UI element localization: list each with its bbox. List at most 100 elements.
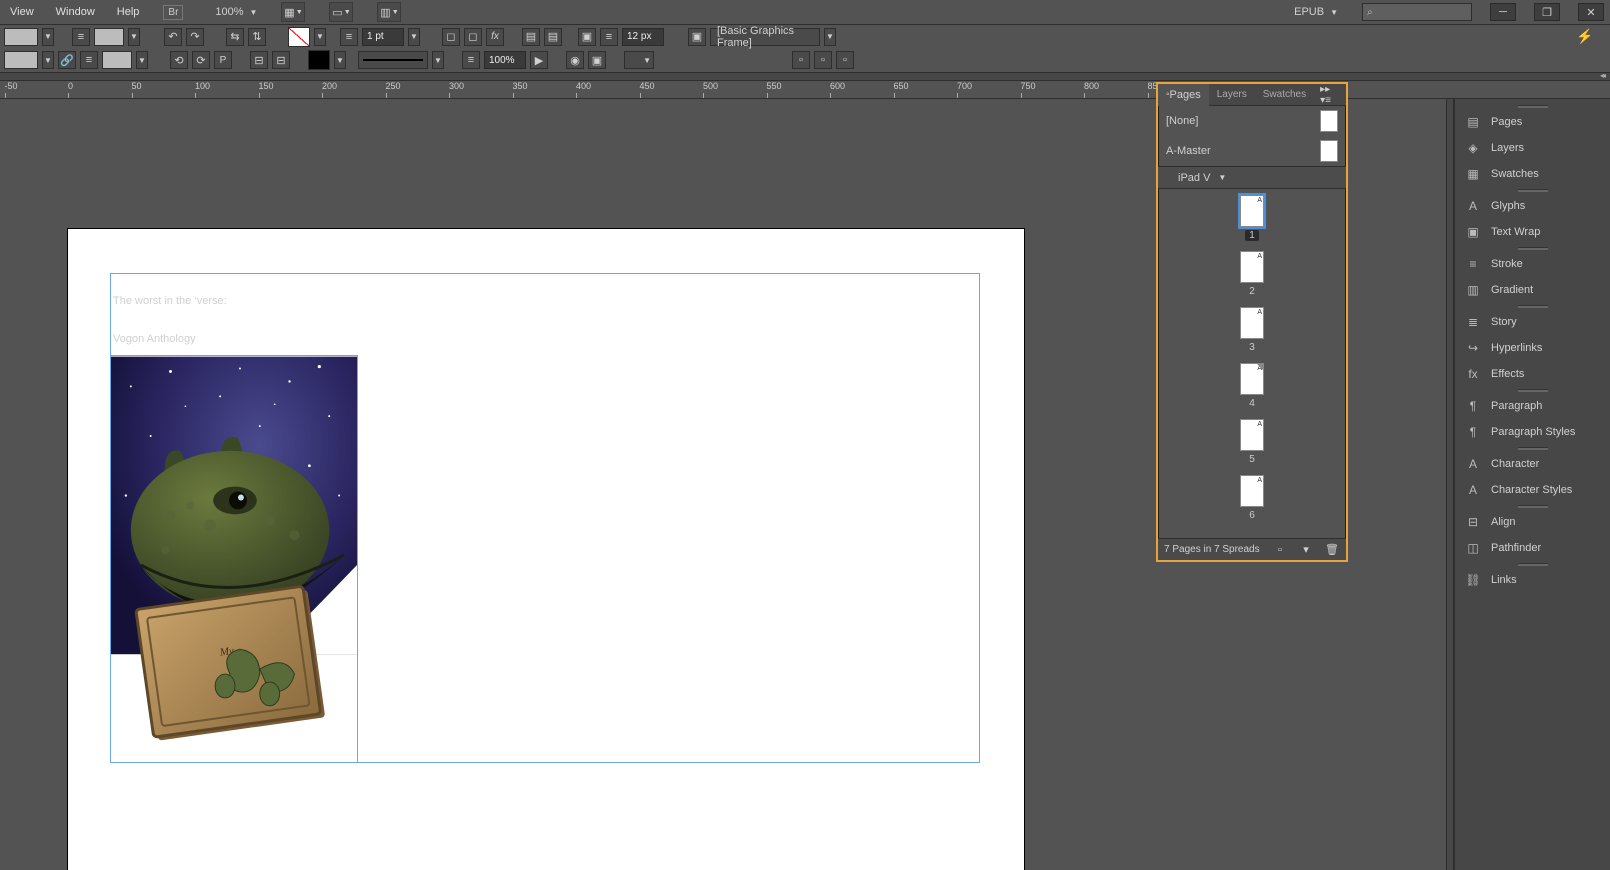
small-icon[interactable]: ▫: [814, 51, 832, 69]
restore-button[interactable]: ❐: [1534, 3, 1560, 21]
stroke-black-icon[interactable]: [308, 50, 330, 70]
tab-pages[interactable]: ◦ Pages: [1158, 84, 1209, 106]
delete-page-button[interactable]: 🗑: [1324, 542, 1340, 558]
page-thumbnail[interactable]: A1: [1158, 195, 1346, 241]
rotate-90-ccw-icon[interactable]: ⟲: [170, 51, 188, 69]
corner-icon[interactable]: ◻: [442, 28, 460, 46]
alternate-layout-select[interactable]: iPad V ▼: [1158, 167, 1346, 189]
crop-icon[interactable]: ▣: [578, 28, 596, 46]
panel-button-hyperlinks[interactable]: ↪Hyperlinks: [1455, 335, 1610, 361]
view-options-button[interactable]: ▦▼: [281, 2, 305, 22]
tab-swatches[interactable]: Swatches: [1255, 84, 1314, 106]
page-thumbnail[interactable]: A2: [1158, 251, 1346, 297]
align-left-text-icon[interactable]: ≡: [72, 28, 90, 46]
page-thumbnail[interactable]: A5: [1158, 419, 1346, 465]
panel-button-effects[interactable]: fxEffects: [1455, 361, 1610, 387]
panel-button-story[interactable]: ≣Story: [1455, 309, 1610, 335]
rotate-90-cw-icon[interactable]: ⟳: [192, 51, 210, 69]
panel-button-layers[interactable]: ◈Layers: [1455, 135, 1610, 161]
bridge-button[interactable]: Br: [163, 5, 183, 20]
panel-button-stroke[interactable]: ≡Stroke: [1455, 251, 1610, 277]
small-icon[interactable]: ▫: [836, 51, 854, 69]
corner-icon[interactable]: ◻: [464, 28, 482, 46]
flip-v-icon[interactable]: ⇅: [248, 28, 266, 46]
page-thumbnail[interactable]: A6: [1158, 475, 1346, 521]
stroke-weight-stepper[interactable]: ≡: [340, 28, 358, 46]
menu-window[interactable]: Window: [52, 4, 99, 20]
panel-button-pages[interactable]: ▤Pages: [1455, 109, 1610, 135]
stroke-style-select[interactable]: [358, 51, 428, 69]
p-icon[interactable]: P: [214, 51, 232, 69]
minimize-button[interactable]: ─: [1490, 3, 1516, 21]
gpu-icon[interactable]: ⚡: [1574, 27, 1596, 47]
new-page-button[interactable]: ▾: [1298, 542, 1314, 558]
text-align-top-icon[interactable]: ▤: [522, 28, 540, 46]
screen-mode-button[interactable]: ▭▼: [329, 2, 353, 22]
dropdown-icon[interactable]: ▼: [128, 28, 140, 46]
fit-content-icon[interactable]: ◉: [566, 51, 584, 69]
dropdown-icon[interactable]: ▼: [334, 51, 346, 69]
dropdown-icon[interactable]: ▼: [432, 51, 444, 69]
panel-button-links[interactable]: ⛓Links: [1455, 567, 1610, 593]
fx-icon[interactable]: fx: [486, 28, 504, 46]
panel-button-pathfinder[interactable]: ◫Pathfinder: [1455, 535, 1610, 561]
tab-layers[interactable]: Layers: [1209, 84, 1255, 106]
fill-none-icon[interactable]: [288, 27, 310, 47]
distribute-icon[interactable]: ⊟: [250, 51, 268, 69]
flip-h-icon[interactable]: ⇆: [226, 28, 244, 46]
zoom-level[interactable]: 100% ▼: [215, 6, 257, 18]
link-icon[interactable]: 🔗: [58, 51, 76, 69]
collapse-panel-icon[interactable]: ▸▸ ▾≡: [1314, 84, 1346, 106]
workspace-switcher[interactable]: EPUB ▼: [1294, 6, 1338, 18]
menu-help[interactable]: Help: [113, 4, 144, 20]
page-thumbnail[interactable]: A3: [1158, 307, 1346, 353]
distribute-icon[interactable]: ⊟: [272, 51, 290, 69]
rotate-ccw-icon[interactable]: ↶: [164, 28, 182, 46]
dropdown-icon[interactable]: ▼: [314, 28, 326, 46]
placed-image-frame[interactable]: My Poetry: [110, 355, 358, 763]
panel-button-align[interactable]: ⊟Align: [1455, 509, 1610, 535]
object-style-select[interactable]: [Basic Graphics Frame]: [710, 28, 820, 46]
small-icon[interactable]: ▫: [792, 51, 810, 69]
scale-input[interactable]: 100%: [484, 51, 526, 69]
panel-collapse-strip[interactable]: [0, 73, 1610, 81]
play-icon[interactable]: ▶: [530, 51, 548, 69]
dropdown-icon[interactable]: ▼: [42, 28, 54, 46]
panel-button-glyphs[interactable]: AGlyphs: [1455, 193, 1610, 219]
select[interactable]: ▼: [624, 51, 654, 69]
panel-button-paragraph[interactable]: ¶Paragraph: [1455, 393, 1610, 419]
panel-button-swatches[interactable]: ▦Swatches: [1455, 161, 1610, 187]
rotate-cw-icon[interactable]: ↷: [186, 28, 204, 46]
help-search[interactable]: ⌕: [1362, 3, 1472, 21]
edit-page-size-button[interactable]: ▫: [1272, 542, 1288, 558]
fit-frame-icon[interactable]: ▣: [588, 51, 606, 69]
align-icon[interactable]: ≡: [80, 51, 98, 69]
panel-button-character[interactable]: ACharacter: [1455, 451, 1610, 477]
scale-stepper[interactable]: ≡: [462, 51, 480, 69]
document-page[interactable]: The worst in the ‘verse: Vogon Anthology: [68, 229, 1024, 870]
dropdown-icon[interactable]: ▼: [136, 51, 148, 69]
field[interactable]: [102, 51, 132, 69]
field[interactable]: [4, 51, 38, 69]
close-button[interactable]: ✕: [1578, 3, 1604, 21]
gap-input[interactable]: 12 px: [622, 28, 664, 46]
dropdown-icon[interactable]: ▼: [824, 28, 836, 46]
page-thumbnail[interactable]: A4: [1158, 363, 1346, 409]
menu-view[interactable]: View: [6, 4, 38, 20]
text-align-center-icon[interactable]: ▤: [544, 28, 562, 46]
panel-strip[interactable]: [1446, 99, 1454, 870]
dropdown-icon[interactable]: ▼: [42, 51, 54, 69]
field[interactable]: [94, 28, 124, 46]
dropdown-icon[interactable]: ▼: [408, 28, 420, 46]
stroke-weight-input[interactable]: 1 pt: [362, 28, 404, 46]
frame-icon[interactable]: ▣: [688, 28, 706, 46]
panel-button-text-wrap[interactable]: ▣Text Wrap: [1455, 219, 1610, 245]
master-a-row[interactable]: A-Master: [1158, 136, 1346, 166]
master-none-row[interactable]: [None]: [1158, 106, 1346, 136]
ref-point-swatch[interactable]: [4, 28, 38, 46]
panel-button-character-styles[interactable]: ACharacter Styles: [1455, 477, 1610, 503]
panel-button-gradient[interactable]: ▥Gradient: [1455, 277, 1610, 303]
panel-button-paragraph-styles[interactable]: ¶Paragraph Styles: [1455, 419, 1610, 445]
arrange-button[interactable]: ▥▼: [377, 2, 401, 22]
gap-stepper[interactable]: ≡: [600, 28, 618, 46]
